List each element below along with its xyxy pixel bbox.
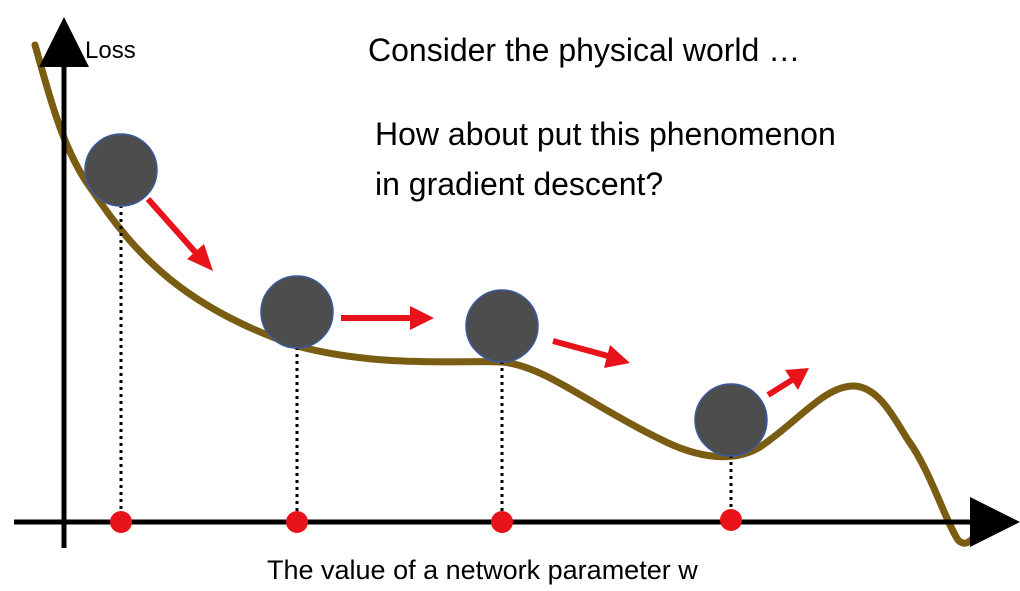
ball-4 <box>694 383 768 457</box>
axis-point-3 <box>491 511 513 533</box>
ball-2 <box>260 275 334 349</box>
x-axis-label: The value of a network parameter w <box>267 555 698 585</box>
ball-1 <box>84 133 158 207</box>
motion-arrow-2 <box>341 306 434 330</box>
motion-arrow-4 <box>766 368 809 398</box>
y-axis-label: Loss <box>85 37 136 64</box>
question-line-1: How about put this phenomenon <box>375 116 836 152</box>
ball-3 <box>465 289 539 363</box>
headline: Consider the physical world … <box>368 32 800 68</box>
motion-arrow-3 <box>552 338 630 368</box>
axis-point-4 <box>720 509 742 531</box>
loss-landscape-diagram: Loss Consider the physical world … How a… <box>14 17 1020 585</box>
axis-point-2 <box>286 511 308 533</box>
question-line-2: in gradient descent? <box>375 166 663 202</box>
motion-arrow-1 <box>145 197 213 271</box>
axis-point-1 <box>110 511 132 533</box>
